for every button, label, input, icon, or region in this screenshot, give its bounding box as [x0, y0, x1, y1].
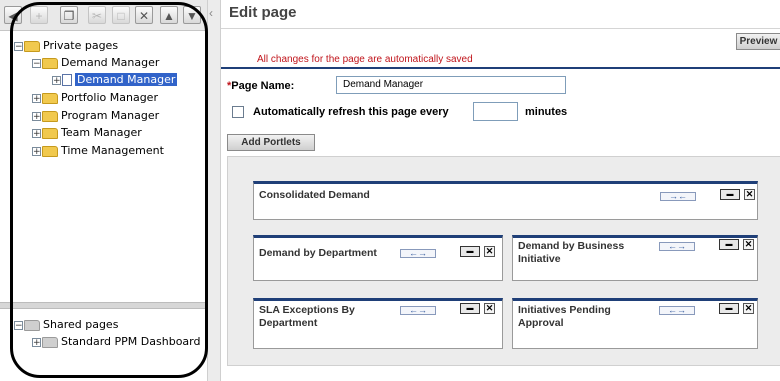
panel-splitter[interactable]: ‹: [207, 0, 221, 381]
tree-node-program-manager[interactable]: + Program Manager: [32, 108, 159, 124]
portlet-consolidated-demand[interactable]: Consolidated Demand →← ▬ ✕: [253, 181, 758, 220]
minutes-label: minutes: [525, 106, 568, 118]
tree-label: Team Manager: [61, 126, 142, 139]
tree-label: Portfolio Manager: [61, 91, 158, 104]
resize-arrows-icon[interactable]: ←→: [400, 306, 436, 315]
edit-icon[interactable]: ▬: [720, 189, 740, 200]
folder-icon: [42, 57, 58, 69]
folder-icon: [24, 40, 40, 52]
tree-label: Demand Manager: [61, 56, 160, 69]
delete-icon[interactable]: ✕: [135, 6, 153, 24]
move-down-icon[interactable]: ▼: [183, 6, 201, 24]
portlet-sla-exceptions[interactable]: SLA Exceptions By Department ←→ ▬ ✕: [253, 298, 503, 349]
close-icon[interactable]: ✕: [744, 189, 755, 200]
tree-node-shared-pages[interactable]: − Shared pages: [14, 317, 118, 333]
portlet-demand-by-department[interactable]: Demand by Department ←→ ▬ ✕: [253, 235, 503, 281]
edit-icon[interactable]: ▬: [460, 246, 480, 257]
close-icon[interactable]: ✕: [484, 246, 495, 257]
section-divider: [221, 67, 780, 69]
close-icon[interactable]: ✕: [743, 303, 754, 314]
portlet-title: Consolidated Demand: [259, 189, 370, 201]
preview-button[interactable]: Preview: [736, 33, 780, 50]
page-name-label: *Page Name:: [227, 80, 294, 92]
folder-icon: [42, 110, 58, 122]
edit-icon[interactable]: ▬: [719, 239, 739, 250]
folder-icon: [42, 127, 58, 139]
expand-expander-icon[interactable]: +: [32, 111, 41, 121]
close-icon[interactable]: ✕: [743, 239, 754, 250]
page-name-label-text: Page Name:: [231, 80, 295, 92]
collapse-expander-icon[interactable]: −: [14, 41, 23, 51]
auto-refresh-checkbox[interactable]: [232, 106, 244, 118]
portlet-title: SLA Exceptions By Department: [259, 304, 355, 329]
add-portlets-button[interactable]: Add Portlets: [227, 134, 315, 151]
cut-icon[interactable]: ✂: [88, 6, 106, 24]
edit-icon[interactable]: ▬: [719, 303, 739, 314]
resize-arrows-icon[interactable]: →←: [660, 192, 696, 201]
move-up-icon[interactable]: ▲: [160, 6, 178, 24]
portlet-initiatives-pending-approval[interactable]: Initiatives Pending Approval ←→ ▬ ✕: [512, 298, 758, 349]
expand-expander-icon[interactable]: +: [32, 146, 41, 156]
add-icon[interactable]: +: [30, 6, 48, 24]
portlet-title: Demand by Business Initiative: [518, 240, 625, 265]
tree-section-divider[interactable]: [0, 302, 207, 309]
tree-label: Standard PPM Dashboard: [61, 335, 201, 348]
folder-icon: [42, 92, 58, 104]
copy-icon[interactable]: ❐: [60, 6, 78, 24]
expand-expander-icon[interactable]: +: [32, 128, 41, 138]
shared-folder-icon: [24, 319, 40, 331]
tree-label: Program Manager: [61, 109, 160, 122]
tree-toolbar: ◀ + ❐ ✂ □ ✕ ▲ ▼: [0, 0, 207, 31]
shared-folder-icon: [42, 336, 58, 348]
expand-expander-icon[interactable]: +: [32, 337, 41, 347]
portlet-title: Demand by Department: [259, 247, 377, 259]
page-tree: − Private pages − Demand Manager + Demand M…: [0, 31, 207, 381]
back-icon[interactable]: ◀: [4, 6, 22, 24]
tree-node-standard-ppm-dashboard[interactable]: + Standard PPM Dashboard: [32, 334, 200, 350]
tree-node-team-manager[interactable]: + Team Manager: [32, 125, 142, 141]
autosave-notice: All changes for the page are automatical…: [257, 54, 473, 65]
resize-arrows-icon[interactable]: ←→: [659, 306, 695, 315]
portlet-title: Initiatives Pending Approval: [518, 304, 611, 329]
title-divider: [221, 28, 780, 29]
edit-page-panel: Edit page Preview All changes for the pa…: [221, 0, 780, 381]
page-name-input[interactable]: Demand Manager: [336, 76, 566, 94]
tree-node-private-pages[interactable]: − Private pages: [14, 38, 118, 54]
resize-arrows-icon[interactable]: ←→: [400, 249, 436, 258]
tree-label: Private pages: [43, 39, 119, 52]
paste-icon[interactable]: □: [112, 6, 130, 24]
tree-node-time-management[interactable]: + Time Management: [32, 143, 164, 159]
close-icon[interactable]: ✕: [484, 303, 495, 314]
folder-icon: [42, 145, 58, 157]
page-title: Edit page: [229, 4, 297, 21]
portlet-layout-area: Consolidated Demand →← ▬ ✕ Demand by Dep…: [227, 156, 780, 366]
expand-expander-icon[interactable]: +: [32, 93, 41, 103]
tree-label-selected: Demand Manager: [75, 73, 178, 86]
refresh-minutes-input[interactable]: [473, 102, 518, 121]
auto-refresh-label: Automatically refresh this page every: [253, 106, 449, 118]
collapse-icon[interactable]: ‹: [209, 6, 213, 20]
portlet-demand-by-business-initiative[interactable]: Demand by Business Initiative ←→ ▬ ✕: [512, 235, 758, 281]
resize-arrows-icon[interactable]: ←→: [659, 242, 695, 251]
tree-label: Shared pages: [43, 318, 119, 331]
tree-label: Time Management: [61, 144, 164, 157]
tree-node-demand-manager-folder[interactable]: − Demand Manager: [32, 55, 159, 71]
collapse-expander-icon[interactable]: −: [14, 320, 23, 330]
collapse-expander-icon[interactable]: −: [32, 58, 41, 68]
page-icon: [62, 74, 72, 86]
tree-node-demand-manager-page[interactable]: + Demand Manager: [52, 72, 178, 88]
expand-expander-icon[interactable]: +: [52, 75, 61, 85]
edit-icon[interactable]: ▬: [460, 303, 480, 314]
tree-node-portfolio-manager[interactable]: + Portfolio Manager: [32, 90, 158, 106]
